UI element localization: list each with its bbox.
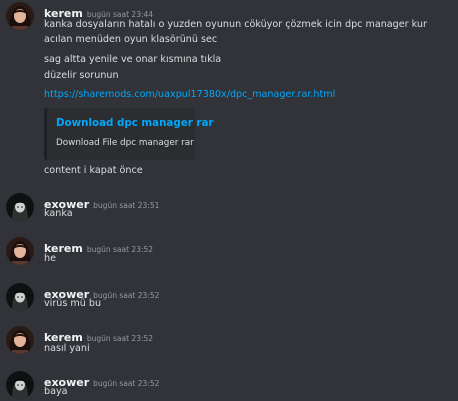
timestamp: bugün saat 23:52 [86,334,154,343]
exower-avatar[interactable] [6,371,34,399]
exower-avatar[interactable] [6,283,34,311]
exower-avatar[interactable] [6,193,34,221]
message-header: kerem bugün saat 23:52 [44,237,153,256]
message-text: kanka [44,208,73,219]
message-text: kanka dosyaların hatalı o yuzden oyunun … [44,19,427,30]
message-link[interactable]: https://sharemods.com/uaxpul17380x/dpc_m… [44,89,335,100]
kerem-avatar[interactable] [6,237,34,265]
message-text: acılan menüden oyun klasörünü sec [44,34,218,45]
chat-log: kerem bugün saat 23:44 kanka dosyaların h… [0,0,458,401]
timestamp: bugün saat 23:51 [93,201,160,210]
message-text: he [44,253,56,264]
kerem-avatar[interactable] [6,326,34,354]
message-link-line: https://sharemods.com/uaxpul17380x/dpc_m… [44,88,335,101]
message-text: düzelir sorunun [44,70,119,81]
timestamp: bugün saat 23:52 [93,291,160,300]
message-text: nasıl yani [44,343,90,354]
message-text: sag altta yenile ve onar kısmına tıkla [44,54,222,65]
timestamp: bugün saat 23:52 [93,379,160,388]
kerem-avatar[interactable] [6,2,34,30]
link-embed: Download dpc manager rar Download File d… [44,108,213,160]
message-text: baya [44,386,68,397]
timestamp: bugün saat 23:52 [86,245,154,254]
embed-description: Download File dpc manager rar [56,138,194,148]
message-text: content i kapat önce [44,165,143,176]
embed-title[interactable]: Download dpc manager rar [56,117,213,129]
message-text: virüs mü bu [44,298,102,309]
